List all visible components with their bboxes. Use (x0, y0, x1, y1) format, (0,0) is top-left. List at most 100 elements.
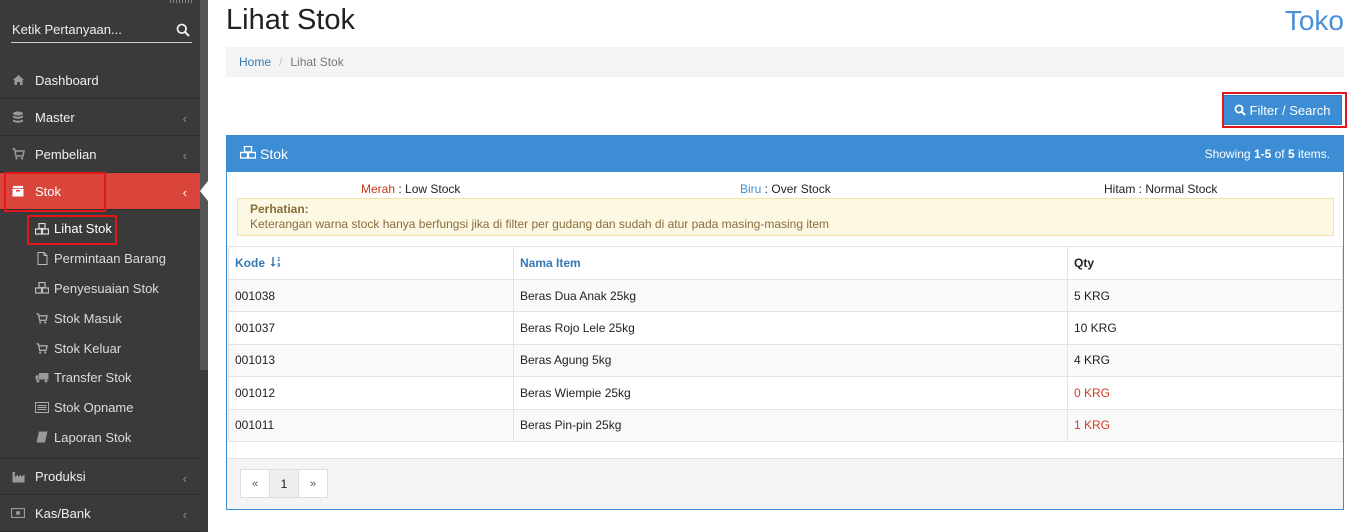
factory-icon (11, 470, 25, 484)
filter-search-button[interactable]: Filter / Search (1222, 95, 1342, 125)
sidebar-item-label: Kas/Bank (35, 505, 91, 521)
sidebar-menu: Dashboard Master ‹ Pembelian ‹ Stok ‹ Li… (0, 62, 208, 532)
search-icon[interactable] (176, 23, 190, 37)
sidebar-subitem-label: Stok Opname (54, 400, 134, 416)
breadcrumb-home-link[interactable]: Home (239, 55, 271, 69)
brand-link[interactable]: Toko (1285, 5, 1344, 37)
sidebar-item-produksi[interactable]: Produksi ‹ (0, 458, 200, 496)
panel-header: Stok Showing 1-5 of 5 items. (227, 136, 1343, 172)
search-input[interactable]: Ketik Pertanyaan... (12, 22, 122, 37)
table-row: 001011 Beras Pin-pin 25kg 1 KRG (228, 408, 1343, 442)
cell-nama: Beras Dua Anak 25kg (513, 278, 1068, 313)
home-icon (11, 73, 25, 87)
items-summary: Showing 1-5 of 5 items. (1204, 147, 1330, 161)
cell-qty: 5 KRG (1067, 278, 1343, 313)
notice-text: Keterangan warna stock hanya berfungsi j… (250, 217, 830, 231)
sidebar-item-label: Pembelian (35, 146, 97, 162)
sort-icon[interactable]: 19 (270, 256, 282, 269)
list-icon (35, 401, 49, 415)
cell-kode: 001038 (228, 278, 514, 313)
chevron-down-icon: ‹ (182, 185, 187, 200)
cell-kode: 001013 (228, 343, 514, 378)
table-row: 001012 Beras Wiempie 25kg 0 KRG (228, 376, 1343, 410)
breadcrumb-separator: / (279, 55, 283, 69)
stok-table: Kode 19 Nama Item Qty 001038 Beras Dua A… (228, 246, 1343, 442)
main-content: Lihat Stok Toko Home / Lihat Stok Filter… (208, 0, 1352, 532)
pagination: « 1 » (240, 469, 328, 498)
sidebar-item-label: Dashboard (35, 72, 99, 88)
cell-qty: 10 KRG (1067, 311, 1343, 345)
cart-icon (11, 147, 25, 161)
sidebar-subitem-label: Stok Masuk (54, 310, 122, 326)
truck-icon (35, 371, 49, 385)
sidebar-subitem-label: Laporan Stok (54, 429, 132, 445)
cell-qty: 4 KRG (1067, 343, 1343, 378)
table-row: 001037 Beras Rojo Lele 25kg 10 KRG (228, 311, 1343, 345)
notice-title: Perhatian: (250, 202, 309, 216)
pagination-next[interactable]: » (298, 469, 328, 498)
sidebar-item-label: Produksi (35, 469, 86, 485)
search-icon (1234, 104, 1246, 116)
sidebar-subitem-stok-opname[interactable]: Stok Opname (0, 393, 200, 423)
sidebar-item-master[interactable]: Master ‹ (0, 99, 200, 136)
cell-nama: Beras Rojo Lele 25kg (513, 311, 1068, 345)
sidebar-grip (170, 0, 192, 3)
sidebar-subitem-permintaan-barang[interactable]: Permintaan Barang (0, 244, 200, 274)
sidebar-subitem-label: Transfer Stok (54, 370, 132, 386)
cart-icon (35, 311, 49, 325)
legend-over-stock: Biru : Over Stock (740, 182, 831, 196)
panel-title: Stok (260, 146, 289, 162)
table-header-row: Kode 19 Nama Item Qty (228, 246, 1343, 280)
cell-nama: Beras Wiempie 25kg (513, 376, 1068, 410)
cubes-icon (239, 145, 257, 162)
sidebar-item-label: Stok (35, 183, 62, 199)
legend-normal-stock: Hitam : Normal Stock (1104, 182, 1218, 196)
database-icon (11, 110, 25, 124)
table-row: 001013 Beras Agung 5kg 4 KRG (228, 343, 1343, 378)
svg-text:9: 9 (277, 263, 281, 268)
breadcrumb-current: Lihat Stok (290, 55, 344, 69)
pagination-prev[interactable]: « (240, 469, 270, 498)
chevron-left-icon: ‹ (182, 507, 187, 523)
cell-qty: 1 KRG (1067, 408, 1343, 442)
sidebar-submenu-stok: Lihat Stok Permintaan Barang Penyesuaian… (0, 210, 200, 459)
sidebar-subitem-laporan-stok[interactable]: Laporan Stok (0, 423, 200, 453)
chevron-left-icon: ‹ (182, 148, 187, 163)
sidebar-subitem-lihat-stok[interactable]: Lihat Stok (0, 214, 200, 244)
column-kode[interactable]: Kode 19 (228, 246, 514, 280)
page-title: Lihat Stok (226, 4, 355, 36)
cell-kode: 001012 (228, 376, 514, 410)
cubes-icon (35, 281, 49, 295)
box-icon (11, 184, 25, 198)
file-icon (35, 252, 49, 266)
column-nama-item[interactable]: Nama Item (513, 246, 1068, 280)
cell-kode: 001011 (228, 408, 514, 442)
sidebar-item-pembelian[interactable]: Pembelian ‹ (0, 136, 200, 173)
cubes-icon (35, 222, 49, 236)
sidebar-item-label: Master (35, 109, 75, 125)
sidebar-item-dashboard[interactable]: Dashboard (0, 62, 200, 99)
panel-footer: « 1 » (227, 458, 1343, 509)
money-icon (11, 506, 25, 520)
cell-kode: 001037 (228, 311, 514, 345)
notice-alert: Perhatian: Keterangan warna stock hanya … (237, 198, 1334, 236)
cell-nama: Beras Agung 5kg (513, 343, 1068, 378)
sidebar-search[interactable]: Ketik Pertanyaan... (11, 17, 192, 43)
sidebar-subitem-transfer-stok[interactable]: Transfer Stok (0, 363, 200, 393)
breadcrumb: Home / Lihat Stok (226, 47, 1344, 77)
chevron-left-icon: ‹ (182, 111, 187, 126)
sidebar-subitem-penyesuaian-stok[interactable]: Penyesuaian Stok (0, 274, 200, 304)
sidebar-subitem-stok-masuk[interactable]: Stok Masuk (0, 303, 200, 333)
sidebar-subitem-label: Penyesuaian Stok (54, 280, 159, 296)
sidebar: Ketik Pertanyaan... Dashboard Master ‹ P… (0, 0, 208, 532)
sidebar-item-kas-bank[interactable]: Kas/Bank ‹ (0, 495, 200, 532)
table-row: 001038 Beras Dua Anak 25kg 5 KRG (228, 278, 1343, 313)
sidebar-item-stok[interactable]: Stok ‹ (0, 173, 208, 210)
sidebar-subitem-label: Stok Keluar (54, 340, 122, 356)
cell-nama: Beras Pin-pin 25kg (513, 408, 1068, 442)
sidebar-subitem-label: Permintaan Barang (54, 251, 167, 267)
pagination-page-1[interactable]: 1 (269, 469, 299, 498)
legend-low-stock: Merah : Low Stock (361, 182, 461, 196)
sidebar-subitem-stok-keluar[interactable]: Stok Keluar (0, 333, 200, 363)
stok-panel: Stok Showing 1-5 of 5 items. Merah : Low… (226, 135, 1344, 510)
